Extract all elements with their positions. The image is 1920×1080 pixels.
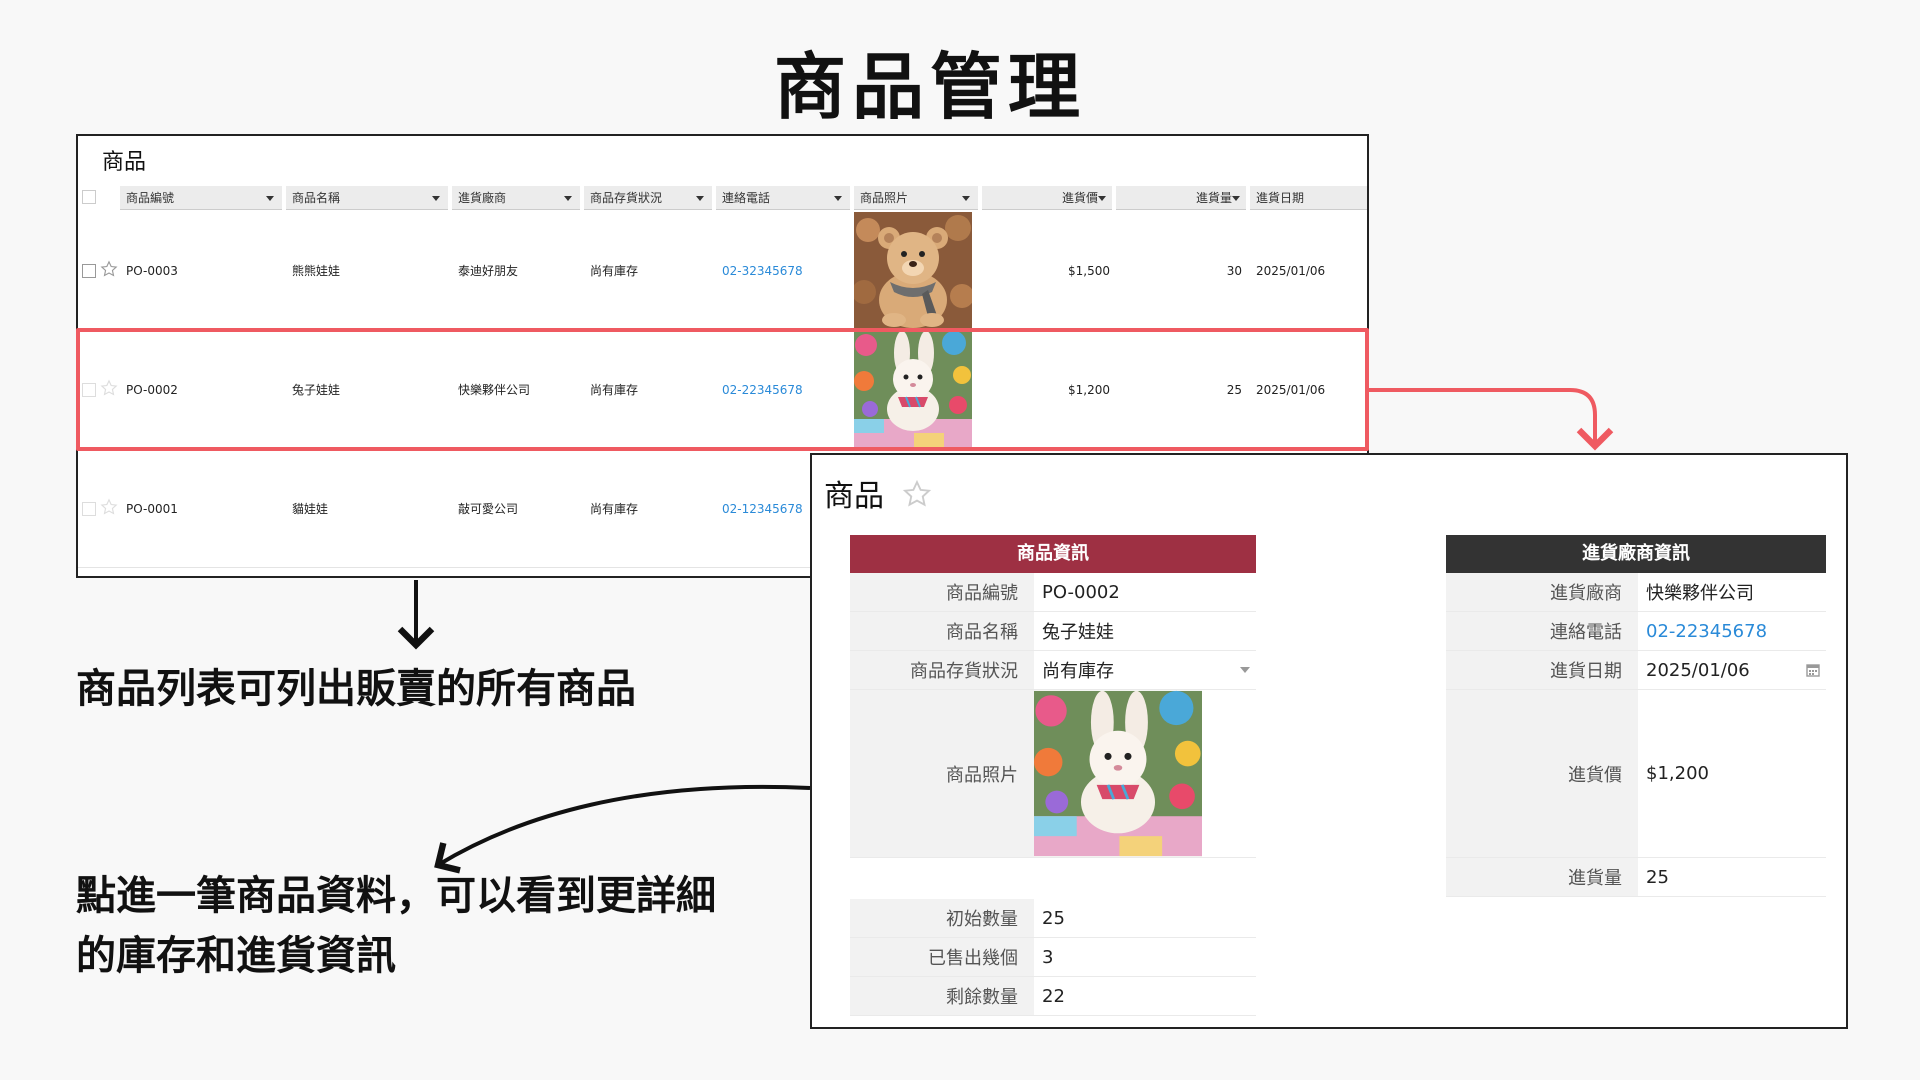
field-label: 商品名稱 (850, 612, 1034, 650)
list-caption: 商品列表可列出販賣的所有商品 (76, 666, 636, 712)
cell-price: $1,500 (1068, 264, 1110, 278)
field-label: 連絡電話 (1446, 612, 1638, 650)
teddy-bear-photo (854, 212, 972, 328)
page-title: 商品管理 (773, 45, 1086, 129)
star-icon[interactable] (100, 260, 118, 278)
field-value: 25 (1042, 907, 1065, 929)
select-all-checkbox[interactable] (82, 190, 96, 204)
list-header-row: 商品編號 商品名稱 進貨廠商 商品存貨狀況 連絡電話 商品照片 進貨價 進貨量 … (78, 186, 1367, 210)
column-header-label: 進貨廠商 (458, 191, 507, 205)
field-row-product-id: 商品編號 PO-0002 (850, 573, 1256, 612)
column-header-label: 商品編號 (126, 191, 175, 205)
field-label: 進貨廠商 (1446, 573, 1638, 611)
detail-caption-line: 點進一筆商品資料，可以看到更詳細 (76, 873, 716, 919)
product-info-header: 商品資訊 (850, 535, 1256, 573)
column-header-label: 商品照片 (860, 191, 909, 205)
stat-row-remaining-qty: 剩餘數量 22 (850, 977, 1256, 1016)
field-row-product-photo: 商品照片 (850, 690, 1256, 858)
column-header-photo[interactable]: 商品照片 (854, 186, 978, 210)
field-row-purchase-price: 進貨價 $1,200 (1446, 690, 1826, 858)
stat-row-initial-qty: 初始數量 25 (850, 899, 1256, 938)
caret-down-icon (962, 196, 970, 201)
field-row-purchase-qty: 進貨量 25 (1446, 858, 1826, 897)
column-header-stock[interactable]: 商品存貨狀況 (584, 186, 712, 210)
field-label: 已售出幾個 (850, 938, 1034, 976)
stat-row-sold-qty: 已售出幾個 3 (850, 938, 1256, 977)
field-value[interactable]: 兔子娃娃 (1034, 612, 1256, 650)
bunny-photo[interactable] (1034, 690, 1202, 857)
vendor-info-header: 進貨廠商資訊 (1446, 535, 1826, 573)
field-value: 3 (1042, 946, 1054, 968)
field-value: 22 (1042, 985, 1065, 1007)
column-header-price[interactable]: 進貨價 (982, 186, 1112, 210)
field-row-phone: 連絡電話 02-22345678 (1446, 612, 1826, 651)
caret-down-icon (1232, 196, 1240, 201)
column-header-phone[interactable]: 連絡電話 (716, 186, 850, 210)
arrow-detail-to-caption (434, 784, 811, 874)
caret-down-icon (696, 196, 704, 201)
caret-down-icon (432, 196, 440, 201)
cell-vendor: 敲可愛公司 (458, 502, 519, 516)
column-header-label: 商品存貨狀況 (590, 191, 663, 205)
list-panel-title: 商品 (102, 150, 147, 175)
field-row-product-name: 商品名稱 兔子娃娃 (850, 612, 1256, 651)
field-label: 進貨價 (1446, 690, 1638, 857)
selected-row-highlight (76, 328, 1369, 451)
cell-name: 貓娃娃 (292, 502, 329, 516)
stock-status-select[interactable]: 尚有庫存 (1034, 651, 1234, 689)
caret-down-icon (266, 196, 274, 201)
column-header-date[interactable]: 進貨日期 (1250, 186, 1367, 210)
column-header-vendor[interactable]: 進貨廠商 (452, 186, 580, 210)
field-value[interactable]: 25 (1638, 858, 1826, 896)
column-header-id[interactable]: 商品編號 (120, 186, 282, 210)
detail-panel-title: 商品 (824, 479, 884, 514)
caret-down-icon (564, 196, 572, 201)
column-header-label: 進貨量 (1195, 191, 1232, 205)
caret-down-icon (1098, 196, 1106, 201)
star-icon[interactable] (902, 479, 932, 509)
field-row-purchase-date: 進貨日期 2025/01/06 (1446, 651, 1826, 690)
column-header-label: 商品名稱 (292, 191, 341, 205)
column-header-qty[interactable]: 進貨量 (1116, 186, 1246, 210)
product-detail-panel: 商品 商品資訊 商品編號 PO-0002 商品名稱 兔子娃娃 商品存貨狀況 尚有… (810, 453, 1848, 1029)
chevron-down-icon[interactable] (1240, 667, 1250, 673)
field-label: 進貨量 (1446, 858, 1638, 896)
calendar-icon[interactable] (1806, 663, 1820, 677)
column-header-label: 進貨日期 (1256, 191, 1305, 205)
arrow-row-to-detail (1369, 388, 1614, 451)
detail-caption: 點進一筆商品資料，可以看到更詳細 的庫存和進貨資訊 (76, 866, 716, 986)
cell-stock: 尚有庫存 (590, 502, 639, 516)
detail-caption-line: 的庫存和進貨資訊 (76, 933, 396, 979)
cell-phone-link[interactable]: 02-32345678 (722, 212, 850, 330)
row-checkbox[interactable] (82, 502, 96, 516)
field-value[interactable]: PO-0002 (1034, 573, 1256, 611)
cell-id: PO-0003 (126, 264, 178, 278)
field-label: 剩餘數量 (850, 977, 1034, 1015)
cell-stock: 尚有庫存 (590, 264, 639, 278)
field-label: 商品照片 (850, 690, 1034, 857)
column-header-label: 進貨價 (1061, 191, 1098, 205)
cell-date: 2025/01/06 (1256, 264, 1326, 278)
column-header-name[interactable]: 商品名稱 (286, 186, 448, 210)
cell-name: 熊熊娃娃 (292, 264, 341, 278)
phone-link[interactable]: 02-22345678 (1638, 612, 1826, 650)
cell-id: PO-0001 (126, 502, 178, 516)
field-label: 商品編號 (850, 573, 1034, 611)
field-row-stock-status: 商品存貨狀況 尚有庫存 (850, 651, 1256, 690)
row-checkbox[interactable] (82, 264, 96, 278)
caret-down-icon (834, 196, 842, 201)
cell-qty: 30 (1226, 264, 1242, 278)
date-field[interactable]: 2025/01/06 (1638, 651, 1798, 689)
field-row-vendor: 進貨廠商 快樂夥伴公司 (1446, 573, 1826, 612)
column-header-label: 連絡電話 (722, 191, 771, 205)
field-value[interactable]: $1,200 (1638, 690, 1826, 857)
field-value[interactable]: 快樂夥伴公司 (1638, 573, 1826, 611)
field-label: 進貨日期 (1446, 651, 1638, 689)
cell-vendor: 泰迪好朋友 (458, 264, 519, 278)
table-row[interactable]: PO-0003 熊熊娃娃 泰迪好朋友 尚有庫存 02-32345678 $1,5… (78, 212, 1367, 330)
field-label: 初始數量 (850, 899, 1034, 937)
field-label: 商品存貨狀況 (850, 651, 1034, 689)
star-icon[interactable] (100, 498, 118, 516)
